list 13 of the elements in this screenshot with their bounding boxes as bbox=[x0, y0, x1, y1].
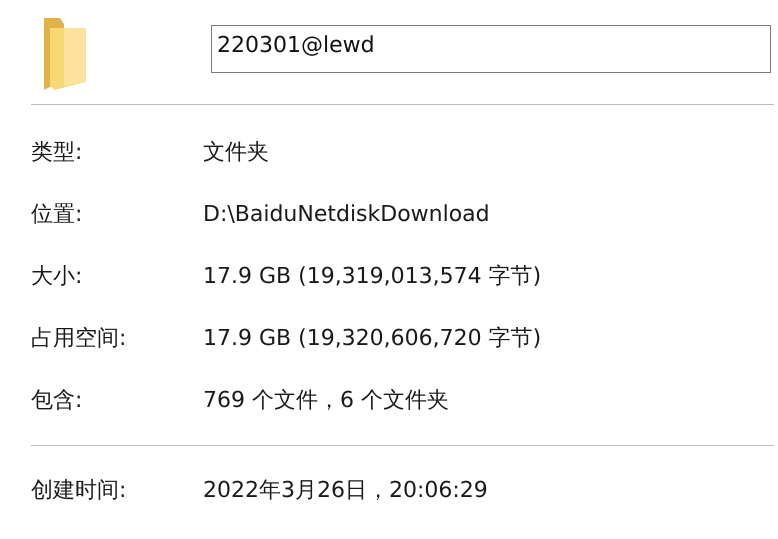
property-value: D:\BaiduNetdiskDownload bbox=[203, 202, 490, 226]
property-value: 文件夹 bbox=[203, 139, 269, 167]
property-label: 位置: bbox=[31, 201, 84, 229]
property-value: 769 个文件，6 个文件夹 bbox=[203, 387, 449, 415]
name-field[interactable]: 220301@lewd bbox=[211, 25, 771, 73]
property-label: 大小: bbox=[31, 263, 84, 291]
property-value: 2022年3月26日，20:06:29 bbox=[203, 477, 488, 505]
property-label: 占用空间: bbox=[31, 325, 128, 353]
property-value: 17.9 GB (19,319,013,574 字节) bbox=[203, 263, 542, 291]
property-value: 17.9 GB (19,320,606,720 字节) bbox=[203, 325, 542, 353]
property-label: 类型: bbox=[31, 139, 84, 167]
property-label: 创建时间: bbox=[31, 477, 128, 505]
property-label: 包含: bbox=[31, 387, 84, 415]
